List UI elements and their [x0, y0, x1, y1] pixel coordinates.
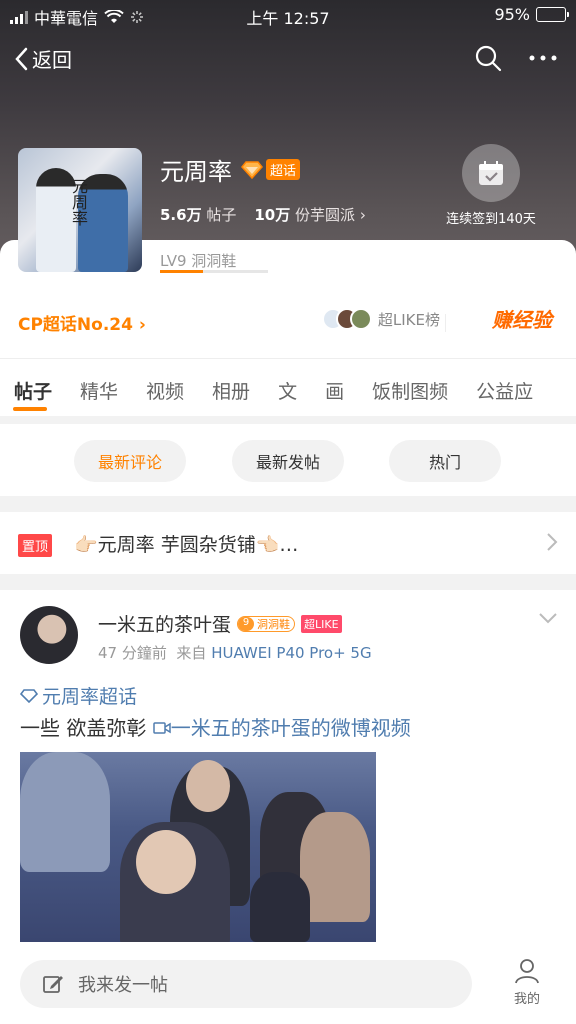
- search-icon[interactable]: [474, 44, 502, 72]
- topic-cover-image: 元周率: [18, 148, 142, 272]
- calendar-check-icon: [479, 161, 503, 185]
- super-topic-label: 超话: [266, 159, 301, 180]
- topic-stats: 5.6万 帖子 10万 份芋圆派 ›: [160, 204, 366, 225]
- me-label: 我的: [513, 992, 540, 1007]
- battery-percent: 95%: [494, 5, 530, 24]
- post-content: 一些 欲盖弥彰 一米五的茶叶蛋的微博视频: [20, 716, 411, 740]
- compose-placeholder: 我来发一帖: [78, 975, 168, 996]
- bottom-bar: 我来发一帖 我的: [0, 942, 576, 1024]
- content-tabs: 帖子 精华 视频 相册文画饭制图频 公益应: [0, 358, 576, 414]
- level-progress-bar: [160, 270, 268, 273]
- chevron-left-icon: [15, 47, 28, 70]
- super-topic-badge: 超话: [240, 159, 301, 180]
- me-button[interactable]: 我的: [514, 958, 540, 1007]
- posts-stat: 5.6万 帖子: [160, 206, 237, 224]
- chevron-down-icon[interactable]: [538, 612, 558, 624]
- compose-post-button[interactable]: 我来发一帖: [20, 960, 472, 1008]
- post-topic-tag[interactable]: 元周率超话: [20, 682, 137, 709]
- tab-6[interactable]: 饭制图频: [358, 359, 462, 414]
- edit-icon: [43, 976, 63, 993]
- user-level-badge: 9 洞洞鞋: [237, 615, 296, 632]
- divider: [445, 314, 446, 332]
- user-icon: [515, 959, 539, 984]
- avatar[interactable]: [20, 606, 78, 664]
- diamond-icon: [20, 688, 38, 703]
- tab-0[interactable]: 帖子: [0, 359, 66, 414]
- diamond-icon: [241, 160, 263, 179]
- video-icon: [152, 722, 171, 734]
- pinned-text: 👉🏻元周率 芋圆杂货铺👈🏻…: [74, 534, 299, 556]
- post-username[interactable]: 一米五的茶叶蛋: [98, 610, 231, 637]
- tab-5[interactable]: 画: [311, 359, 358, 414]
- checkin-button[interactable]: 连续签到140天: [436, 144, 546, 227]
- more-icon[interactable]: [528, 54, 558, 62]
- level-text: LV9 洞洞鞋: [160, 252, 237, 270]
- battery-icon: [536, 7, 569, 22]
- sort-latest-post[interactable]: 最新发帖: [232, 440, 344, 482]
- sort-latest-comment[interactable]: 最新评论: [74, 440, 186, 482]
- tab-4[interactable]: 文: [264, 359, 311, 414]
- feed-post: 一米五的茶叶蛋 9 洞洞鞋 超LIKE 47 分鐘前 来自 HUAWEI P40 …: [0, 590, 576, 950]
- tab-1[interactable]: 精华: [66, 359, 132, 414]
- tab-3[interactable]: 相册: [198, 359, 264, 414]
- super-like-list[interactable]: 超LIKE榜: [321, 308, 440, 330]
- tab-7[interactable]: 公益应: [462, 359, 547, 414]
- chevron-right-icon: [547, 533, 558, 551]
- back-button[interactable]: 返回: [14, 44, 72, 73]
- super-like-label: 超LIKE榜: [377, 310, 440, 329]
- fans-stat[interactable]: 10万 份芋圆派 ›: [254, 204, 365, 225]
- status-bar: 中華電信 上午 12:57 95%: [0, 0, 576, 30]
- earn-exp-button[interactable]: 赚经验: [492, 304, 552, 333]
- back-label: 返回: [32, 48, 72, 72]
- post-meta: 47 分鐘前 来自 HUAWEI P40 Pro+ 5G: [98, 644, 372, 662]
- sort-hot[interactable]: 热门: [389, 440, 501, 482]
- topic-name: 元周率: [160, 158, 232, 186]
- tab-2[interactable]: 视频: [132, 359, 198, 414]
- pinned-tag: 置顶: [18, 534, 53, 557]
- fan-avatars: [321, 308, 372, 330]
- video-link[interactable]: 一米五的茶叶蛋的微博视频: [152, 716, 411, 740]
- status-time: 上午 12:57: [246, 9, 330, 28]
- pinned-post[interactable]: 置顶 👉🏻元周率 芋圆杂货铺👈🏻…: [0, 512, 576, 574]
- checkin-text: 连续签到140天: [446, 212, 536, 227]
- topic-title: 元周率 超话: [160, 152, 301, 187]
- sort-bar: 最新评论 最新发帖 热门: [0, 424, 576, 496]
- cp-rank-link[interactable]: CP超话No.24 ›: [18, 310, 146, 335]
- post-video-thumbnail[interactable]: [20, 752, 376, 942]
- super-like-badge: 超LIKE: [301, 614, 342, 633]
- top-nav: 返回: [0, 40, 576, 80]
